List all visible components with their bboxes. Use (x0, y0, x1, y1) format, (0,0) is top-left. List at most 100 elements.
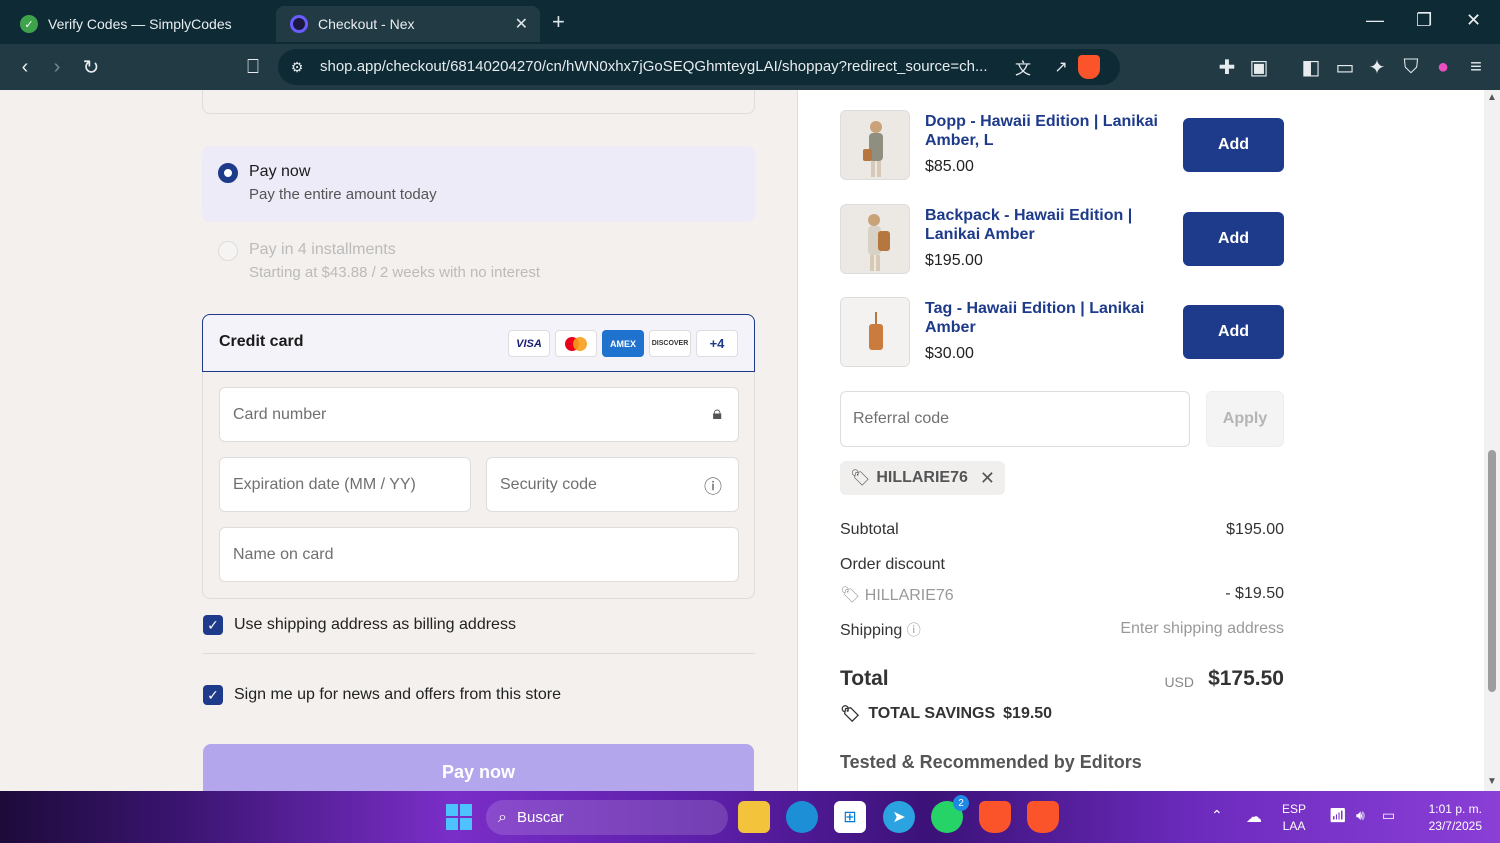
battery-icon[interactable]: ▭ (1382, 807, 1395, 824)
scroll-up-icon[interactable]: ▲ (1487, 92, 1497, 103)
help-circle-icon[interactable]: ⓘ (704, 473, 722, 499)
expiration-field[interactable]: Expiration date (MM / YY) (219, 457, 471, 512)
extensions-icon[interactable]: ✚ (1214, 54, 1240, 80)
page-scrollbar[interactable]: ▲ ▼ (1484, 90, 1500, 791)
billing-checkbox-row[interactable]: ✓ Use shipping address as billing addres… (203, 615, 516, 635)
expiration-placeholder: Expiration date (MM / YY) (233, 476, 416, 493)
wallet-icon[interactable]: ▭ (1332, 54, 1358, 80)
pay-now-button[interactable]: Pay now (203, 744, 754, 791)
tab-verify-codes[interactable]: ✓ Verify Codes — SimplyCodes (6, 6, 272, 42)
savings-tag-icon: 🏷︎ (840, 706, 861, 723)
payment-section: Pay now Pay the entire amount today Pay … (0, 90, 797, 791)
new-tab-icon[interactable]: + (552, 9, 565, 35)
browser-tab-bar: ✓ Verify Codes — SimplyCodes Checkout - … (0, 0, 1500, 44)
back-icon[interactable]: ‹ (12, 54, 38, 80)
browser-toolbar: ‹ › ↻ ⎕ ⚙ shop.app/checkout/68140204270/… (0, 44, 1500, 90)
restore-icon[interactable]: ❐ (1416, 10, 1432, 31)
windows-start-icon[interactable] (443, 801, 475, 833)
leo-ai-icon[interactable]: ✦ (1364, 54, 1390, 80)
volume-icon[interactable]: 🔊︎ (1356, 807, 1365, 824)
subtotal-value: $195.00 (1226, 521, 1284, 538)
subtotal-label: Subtotal (840, 521, 899, 538)
file-explorer-icon[interactable] (738, 801, 770, 833)
brave-shields-icon[interactable] (1078, 55, 1100, 79)
remove-code-icon[interactable]: ✕ (980, 468, 995, 489)
address-bar[interactable]: ⚙ shop.app/checkout/68140204270/cn/hWN0x… (278, 49, 1120, 85)
store-icon[interactable]: ⊞ (834, 801, 866, 833)
close-window-icon[interactable]: ✕ (1466, 10, 1481, 31)
search-icon: ⌕ (498, 808, 507, 826)
product-name[interactable]: Dopp - Hawaii Edition | Lanikai Amber, L (925, 112, 1165, 150)
order-discount-row: Order discount (840, 556, 1284, 574)
previous-section-box (202, 90, 755, 114)
tab-title: Checkout - Nex (318, 16, 415, 32)
minimize-icon[interactable]: — (1366, 10, 1384, 31)
discover-logo: DISCOVER (649, 330, 691, 357)
add-product-button[interactable]: Add (1183, 118, 1284, 172)
product-image (840, 297, 910, 367)
news-checkbox-label: Sign me up for news and offers from this… (234, 686, 561, 703)
clock-date: 23/7/2025 (1428, 819, 1482, 833)
brave-icon[interactable] (979, 801, 1011, 833)
forward-icon[interactable]: › (44, 54, 70, 80)
divider (203, 653, 755, 654)
add-product-button[interactable]: Add (1183, 212, 1284, 266)
scroll-down-icon[interactable]: ▼ (1487, 776, 1497, 787)
credit-card-header[interactable]: Credit card VISA AMEX DISCOVER +4 (202, 314, 755, 372)
bookmark-icon[interactable]: ⎕ (240, 54, 266, 80)
tray-chevron-icon[interactable]: ⌃ (1211, 807, 1223, 824)
reload-icon[interactable]: ↻ (78, 54, 104, 80)
lock-icon: 🔒︎ (712, 403, 722, 423)
site-settings-icon[interactable]: ⚙ (284, 54, 310, 80)
referral-code-placeholder: Referral code (853, 410, 950, 427)
close-tab-icon[interactable]: ✕ (515, 14, 528, 34)
whatsapp-icon[interactable]: 2 (931, 795, 969, 833)
billing-checkbox-label: Use shipping address as billing address (234, 616, 516, 633)
nex-icon (290, 15, 308, 33)
clock[interactable]: 1:01 p. m. 23/7/2025 (1412, 801, 1482, 835)
simplycodes-icon: ✓ (20, 15, 38, 33)
sidebar-icon[interactable]: ◧ (1298, 54, 1324, 80)
product-name[interactable]: Backpack - Hawaii Edition | Lanikai Ambe… (925, 206, 1165, 244)
translate-icon[interactable]: 文 (1010, 54, 1036, 80)
lang-bottom: LAA (1282, 819, 1306, 833)
pay-now-title: Pay now (249, 163, 311, 180)
onedrive-icon[interactable]: ☁ (1246, 807, 1262, 827)
news-checkbox[interactable]: ✓ (203, 685, 223, 705)
tab-search-icon[interactable]: ▣ (1246, 54, 1272, 80)
visa-logo: VISA (508, 330, 550, 357)
language-indicator[interactable]: ESP LAA (1282, 801, 1306, 835)
share-icon[interactable]: ↗ (1048, 54, 1074, 80)
pay-now-radio[interactable] (218, 163, 238, 183)
security-code-field[interactable]: Security code ⓘ (486, 457, 739, 512)
tag-icon: 🏷︎ (840, 587, 861, 604)
installments-radio[interactable] (218, 241, 238, 261)
add-product-button[interactable]: Add (1183, 305, 1284, 359)
product-name[interactable]: Tag - Hawaii Edition | Lanikai Amber (925, 299, 1165, 337)
edge-icon[interactable] (786, 801, 818, 833)
card-number-field[interactable]: Card number 🔒︎ (219, 387, 739, 442)
vpn-icon[interactable]: ⛉ (1398, 54, 1424, 80)
billing-checkbox[interactable]: ✓ (203, 615, 223, 635)
telegram-icon[interactable]: ➤ (883, 801, 915, 833)
profile-icon[interactable]: ● (1430, 54, 1456, 80)
name-on-card-field[interactable]: Name on card (219, 527, 739, 582)
taskbar-search[interactable]: ⌕ Buscar (486, 800, 728, 835)
menu-icon[interactable]: ≡ (1463, 54, 1489, 80)
url-text[interactable]: shop.app/checkout/68140204270/cn/hWN0xhx… (320, 58, 1000, 75)
news-checkbox-row[interactable]: ✓ Sign me up for news and offers from th… (203, 685, 561, 705)
lang-top: ESP (1282, 802, 1307, 816)
scroll-thumb[interactable] (1488, 450, 1496, 692)
wifi-icon[interactable]: 📶︎ (1329, 807, 1347, 824)
pay-now-option[interactable]: Pay now Pay the entire amount today (202, 146, 755, 222)
tab-checkout[interactable]: Checkout - Nex ✕ (276, 6, 540, 42)
shipping-help-icon[interactable]: ⓘ (907, 622, 921, 638)
name-on-card-placeholder: Name on card (233, 546, 334, 563)
product-image (840, 110, 910, 180)
installments-option[interactable]: Pay in 4 installments Starting at $43.88… (202, 224, 755, 300)
apply-button[interactable]: Apply (1206, 391, 1284, 447)
card-number-placeholder: Card number (233, 406, 327, 423)
subtotal-row: Subtotal $195.00 (840, 521, 1284, 539)
brave-active-icon[interactable] (1027, 801, 1059, 833)
referral-code-input[interactable]: Referral code (840, 391, 1190, 447)
